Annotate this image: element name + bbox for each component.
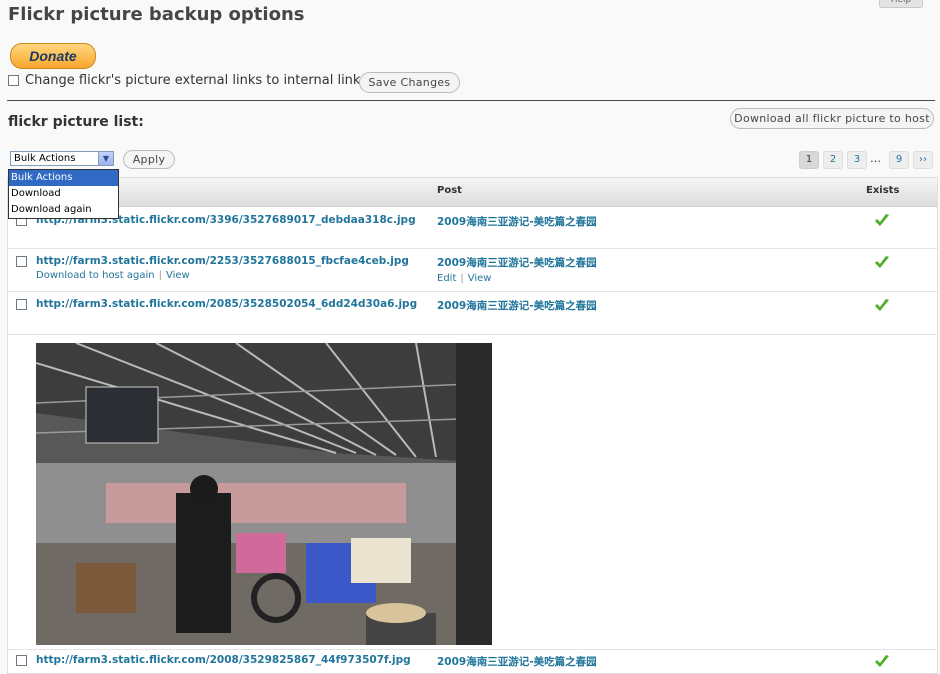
bulk-actions-selected-value: Bulk Actions xyxy=(14,153,76,164)
edit-post-link[interactable]: Edit xyxy=(437,273,456,284)
table-row: http://farm3.static.flickr.com/3396/3527… xyxy=(8,207,937,249)
separator: | xyxy=(158,270,162,281)
picture-url-link[interactable]: http://farm3.static.flickr.com/2253/3527… xyxy=(36,255,409,267)
page-9-button[interactable]: 9 xyxy=(889,151,909,169)
row-checkbox[interactable] xyxy=(16,256,27,267)
post-link[interactable]: 2009海南三亚游记-美吃篇之春园 xyxy=(437,654,597,669)
table-row: http://farm3.static.flickr.com/2008/3529… xyxy=(8,650,937,673)
download-again-link[interactable]: Download to host again xyxy=(36,270,155,281)
market-photo xyxy=(36,343,492,645)
post-link[interactable]: 2009海南三亚游记-美吃篇之春园 xyxy=(437,255,597,270)
chevron-down-icon[interactable]: ▼ xyxy=(98,152,113,165)
view-picture-link[interactable]: View xyxy=(166,270,190,281)
column-header-exists: Exists xyxy=(866,185,900,196)
apply-button[interactable]: Apply xyxy=(123,150,175,169)
download-all-button[interactable]: Download all flickr picture to host xyxy=(730,108,934,129)
page-title: Flickr picture backup options xyxy=(8,4,305,25)
separator: | xyxy=(460,273,464,284)
checkmark-icon xyxy=(875,655,889,667)
checkmark-icon xyxy=(875,256,889,268)
pagination-ellipsis: … xyxy=(870,152,881,165)
bulk-actions-dropdown: Bulk Actions Download Download again xyxy=(8,169,119,219)
picture-url-link[interactable]: http://farm3.static.flickr.com/2085/3528… xyxy=(36,298,417,310)
column-header-post: Post xyxy=(437,185,462,196)
save-changes-button[interactable]: Save Changes xyxy=(359,72,460,93)
dropdown-option-download-again[interactable]: Download again xyxy=(9,202,118,218)
row-actions: Download to host again | View xyxy=(36,270,190,281)
picture-preview-row xyxy=(8,335,937,650)
row-checkbox[interactable] xyxy=(16,299,27,310)
view-post-link[interactable]: View xyxy=(468,273,492,284)
divider xyxy=(7,100,935,101)
checkmark-icon xyxy=(875,214,889,226)
page-2-button[interactable]: 2 xyxy=(823,151,843,169)
dropdown-option-bulk-actions[interactable]: Bulk Actions xyxy=(9,170,118,186)
row-checkbox[interactable] xyxy=(16,655,27,666)
picture-table: Post Exists http://farm3.static.flickr.c… xyxy=(7,177,938,674)
page-3-button[interactable]: 3 xyxy=(847,151,867,169)
help-tab[interactable]: Help xyxy=(879,0,923,8)
donate-button[interactable]: Donate xyxy=(10,43,96,69)
table-row: http://farm3.static.flickr.com/2253/3527… xyxy=(8,249,937,292)
table-row: http://farm3.static.flickr.com/2085/3528… xyxy=(8,292,937,335)
picture-preview-image xyxy=(36,343,492,645)
post-actions: Edit | View xyxy=(437,273,491,284)
post-link[interactable]: 2009海南三亚游记-美吃篇之春园 xyxy=(437,298,597,313)
external-links-label: Change flickr's picture external links t… xyxy=(25,73,368,88)
post-link[interactable]: 2009海南三亚游记-美吃篇之春园 xyxy=(437,214,597,229)
external-links-checkbox[interactable] xyxy=(8,75,19,86)
picture-url-link[interactable]: http://farm3.static.flickr.com/2008/3529… xyxy=(36,654,411,666)
checkmark-icon xyxy=(875,299,889,311)
bulk-actions-select[interactable]: Bulk Actions ▼ xyxy=(10,151,114,166)
picture-list-title: flickr picture list: xyxy=(8,114,144,130)
dropdown-option-download[interactable]: Download xyxy=(9,186,118,202)
next-page-button[interactable]: ›› xyxy=(913,151,933,169)
table-header: Post Exists xyxy=(8,178,937,207)
page-1-button[interactable]: 1 xyxy=(799,151,819,169)
external-links-option: Change flickr's picture external links t… xyxy=(8,73,367,88)
